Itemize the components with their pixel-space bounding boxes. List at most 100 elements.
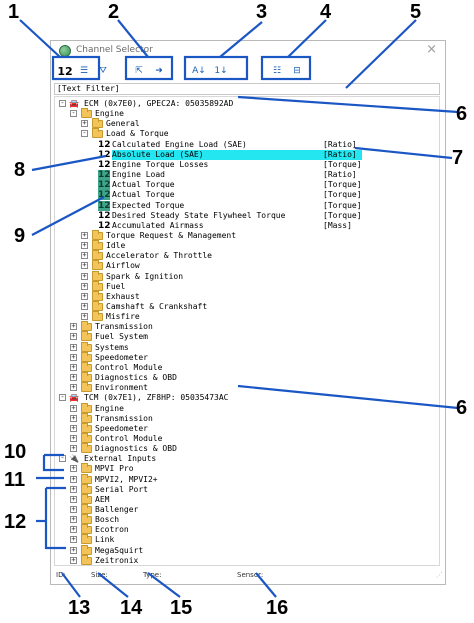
sensor-enabled-icon[interactable]: 12 [98,180,111,191]
expand-node-icon[interactable]: + [70,475,77,483]
tree-expand-button[interactable]: ☷ [269,63,285,79]
expand-node-icon[interactable]: + [70,414,77,422]
sensor-icon[interactable]: 12 [98,160,111,170]
sort-numeric-button[interactable]: 1↓ [213,63,229,79]
tree-node[interactable]: + Serial Port [55,483,439,495]
expand-node-icon[interactable]: + [70,546,77,554]
expand-node-icon[interactable]: + [81,231,88,239]
expand-node-icon[interactable]: + [81,292,88,300]
tree-node[interactable]: + Environment [55,382,439,393]
channel-item[interactable]: 12 Expected Torque [Torque] [55,200,439,211]
expand-node-icon[interactable]: + [70,384,77,392]
collapse-node-icon[interactable]: - [70,110,77,118]
expand-node-icon[interactable]: + [70,506,77,513]
expand-node-icon[interactable]: + [70,424,77,432]
expand-node-icon[interactable]: + [70,404,77,412]
expand-node-icon[interactable]: + [70,343,77,351]
expand-node-icon[interactable]: + [70,485,77,493]
collapse-node-icon[interactable]: - [59,455,66,463]
tree-node[interactable]: - Engine [55,108,439,119]
expand-node-icon[interactable]: + [70,363,77,371]
sensor-icon[interactable]: 12 [98,140,111,150]
tree-node[interactable]: + General [55,118,439,129]
channel-item[interactable]: 12 Accumulated Airmass [Mass] [55,221,439,231]
tree-node[interactable]: - 🚘 ECM (0x7E0), GPEC2A: 05035892AD [55,99,439,109]
expand-node-icon[interactable]: + [81,252,88,260]
tree-node[interactable]: + Misfire [55,311,439,322]
sort-alpha-button[interactable]: A↓ [191,63,207,79]
tree-node[interactable]: + Ballenger [55,504,439,515]
expand-node-icon[interactable]: + [81,303,88,310]
channel-item[interactable]: 12 Actual Torque [Torque] [55,190,439,201]
tree-node[interactable]: + MPVI2, MPVI2+ [55,473,439,485]
expand-button[interactable]: ➜ [151,63,167,79]
filter-button[interactable]: ⛛ [95,63,111,79]
tree-node[interactable]: + Systems [55,341,439,353]
tree-node[interactable]: + Ecotron [55,524,439,535]
expand-node-icon[interactable]: + [70,526,77,534]
tree-node[interactable]: + MegaSquirt [55,544,439,556]
expand-node-icon[interactable]: + [81,272,88,280]
channel-item[interactable]: 12 Actual Torque [Torque] [55,180,439,191]
expand-node-icon[interactable]: + [81,262,88,270]
sensor-icon[interactable]: 12 [98,211,111,221]
tree-node[interactable]: - 🚘 TCM (0x7E1), ZF8HP: 05035473AC [55,393,439,403]
expand-node-icon[interactable]: + [70,556,77,564]
channel-item[interactable]: 12 Engine Torque Losses [Torque] [55,160,439,170]
channel-tree[interactable]: - 🚘 ECM (0x7E0), GPEC2A: 05035892AD - Engine… [54,96,440,566]
close-icon[interactable]: × [426,42,437,57]
expand-node-icon[interactable]: + [70,323,77,331]
tree-node[interactable]: + Link [55,534,439,545]
expand-node-icon[interactable]: + [70,333,77,341]
resize-grip-icon[interactable]: ⋰ [436,571,443,582]
tree-node[interactable]: + Speedometer [55,422,439,434]
tree-node[interactable]: - Load & Torque [55,128,439,139]
expand-node-icon[interactable]: + [70,445,77,453]
tree-node[interactable]: + Transmission [55,321,439,332]
expand-node-icon[interactable]: + [81,242,88,250]
expand-node-icon[interactable]: + [70,465,77,473]
tree-node[interactable]: + Exhaust [55,290,439,302]
collapse-node-icon[interactable]: - [81,130,88,138]
collapse-button[interactable]: ⇱ [131,63,147,79]
tree-node[interactable]: + Speedometer [55,351,439,363]
expand-node-icon[interactable]: + [81,120,88,128]
tree-node[interactable]: + Torque Request & Management [55,229,439,241]
expand-node-icon[interactable]: + [70,495,77,503]
collapse-node-icon[interactable]: - [59,394,66,402]
sensor-icon[interactable]: 12 [98,150,111,160]
tree-node[interactable]: + Control Module [55,432,439,444]
expand-node-icon[interactable]: + [70,434,77,442]
tree-node[interactable]: - 🔌 External Inputs [55,454,439,464]
tree-node[interactable]: + Zeitronix [55,554,439,565]
tree-node[interactable]: + Airflow [55,260,439,271]
tree-node[interactable]: + Fuel [55,280,439,292]
channel-item[interactable]: 12 Engine Load [Ratio] [55,170,439,181]
sensor-enabled-icon[interactable]: 12 [98,200,111,211]
expand-node-icon[interactable]: + [81,282,88,290]
collapse-node-icon[interactable]: - [59,100,66,107]
sensor-enabled-icon[interactable]: 12 [98,190,111,201]
expand-node-icon[interactable]: + [70,516,77,524]
tree-node[interactable]: + Camshaft & Crankshaft [55,301,439,312]
tree-node[interactable]: + AEM [55,493,439,505]
channel-item[interactable]: 12 Calculated Engine Load (SAE) [Ratio] [55,140,439,150]
channel-item[interactable]: 12 Absolute Load (SAE) [Ratio] [55,149,439,160]
show-sensor-icons-button[interactable]: 12 [57,63,73,79]
tree-node[interactable]: + Bosch [55,514,439,525]
tree-collapse-button[interactable]: ⊟ [289,63,305,79]
tree-node[interactable]: + Diagnostics & OBD [55,372,439,383]
sensor-enabled-icon[interactable]: 12 [98,170,111,181]
tree-node[interactable]: + Diagnostics & OBD [55,443,439,454]
channel-item[interactable]: 12 Desired Steady State Flywheel Torque [T… [55,211,439,221]
tree-node[interactable]: + Fuel System [55,331,439,342]
tree-node[interactable]: + Transmission [55,412,439,424]
expand-node-icon[interactable]: + [81,313,88,321]
tree-node[interactable]: + Engine [55,402,439,414]
expand-node-icon[interactable]: + [70,374,77,382]
tree-node[interactable]: + MPVI Pro [55,463,439,474]
tree-node[interactable]: + Control Module [55,361,439,373]
expand-node-icon[interactable]: + [70,536,77,544]
sensor-icon[interactable]: 12 [98,221,111,231]
tree-node[interactable]: + Idle [55,240,439,251]
